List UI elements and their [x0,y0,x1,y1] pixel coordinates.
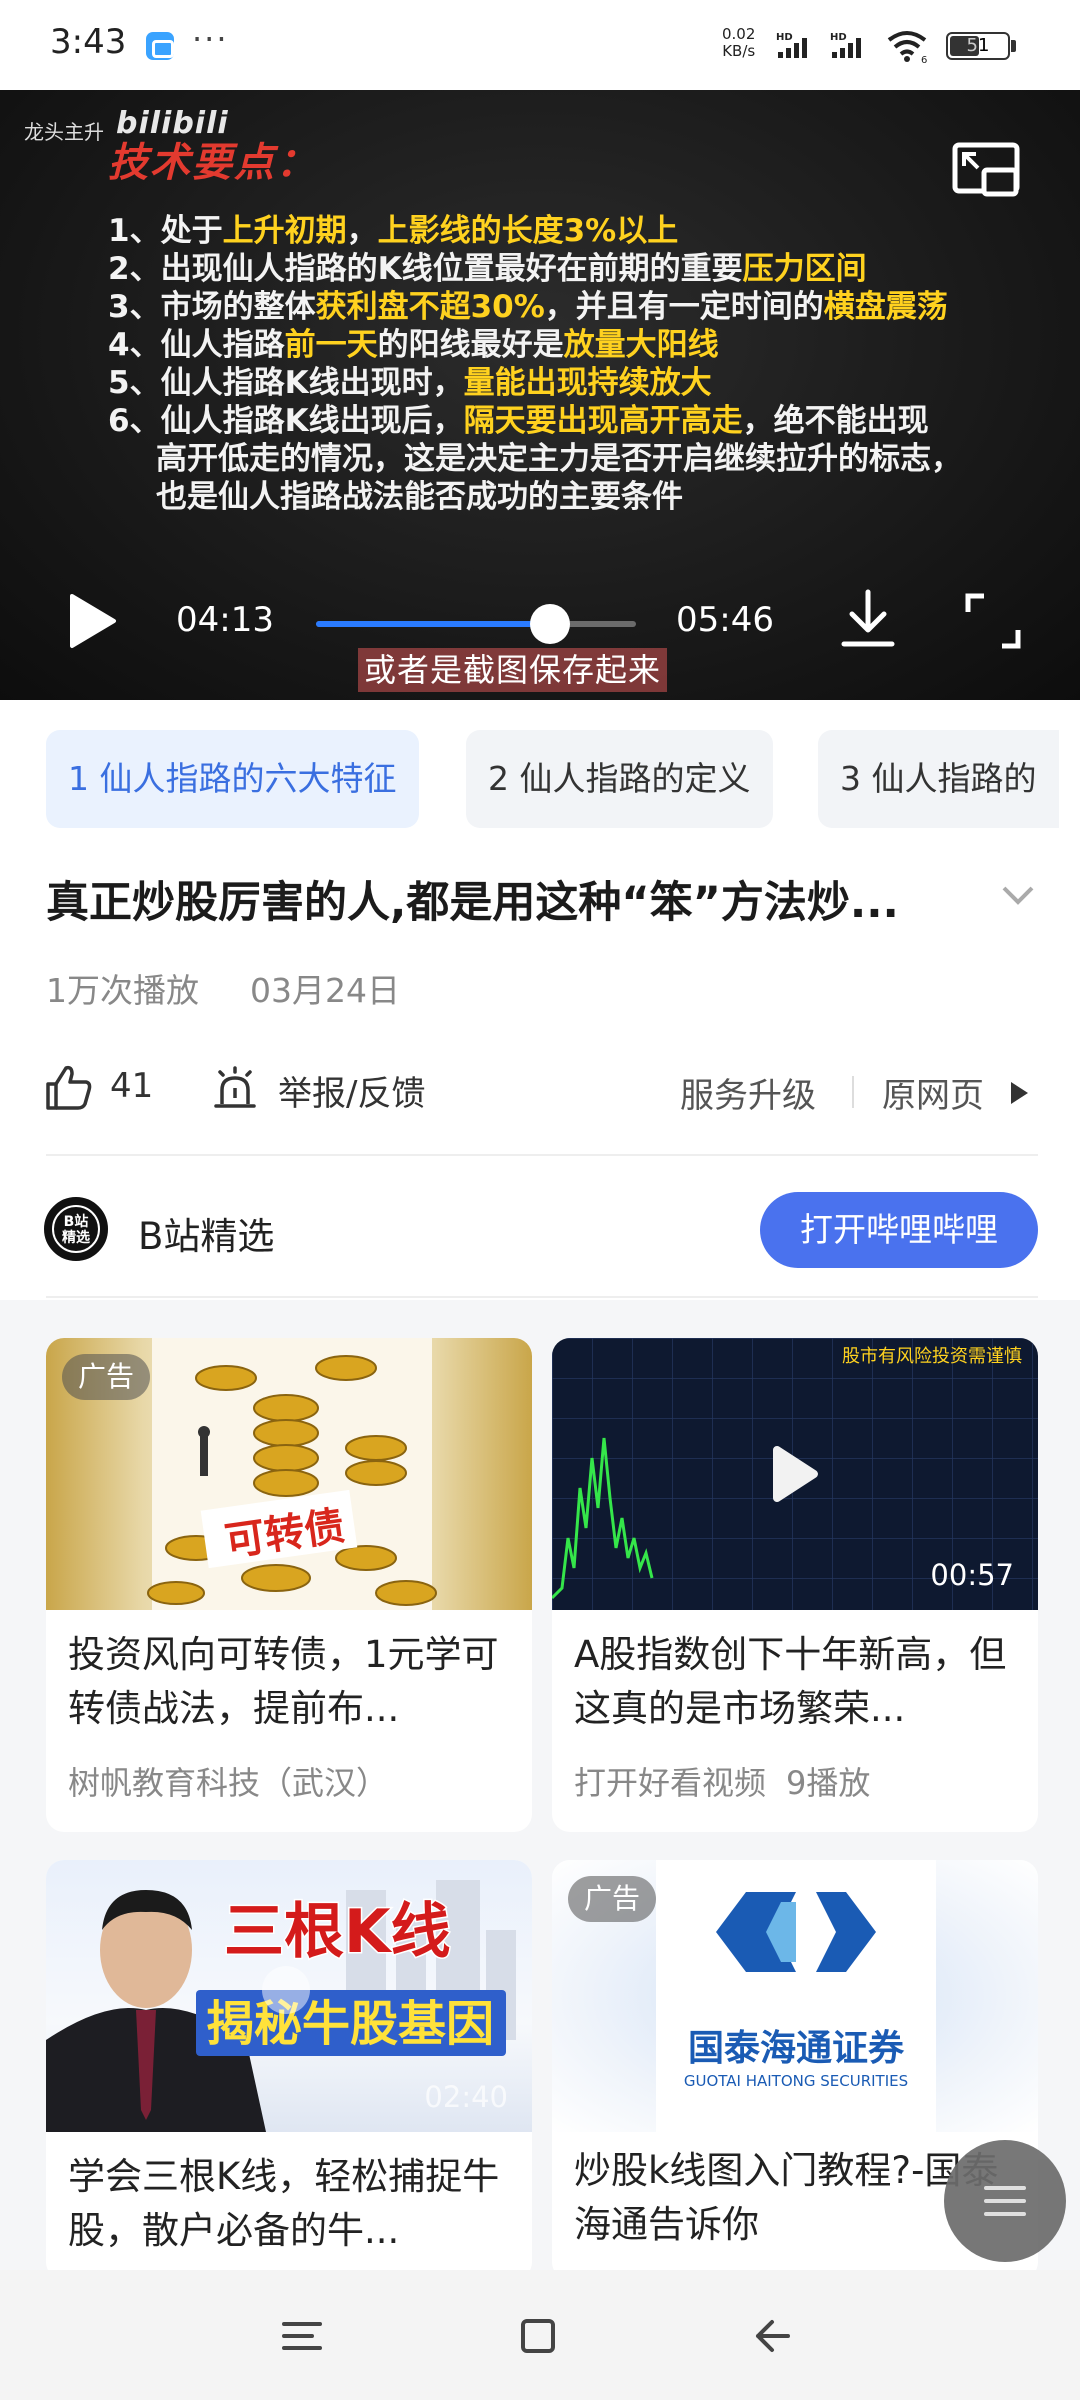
card-title: 学会三根K线，轻松捕捉牛股，散户必备的牛... [68,2155,500,2252]
ad-badge: 广告 [568,1876,657,1922]
card-play-count: 9播放 [786,1764,871,1802]
network-speed: 0.02 KB/s [722,26,755,60]
network-speed-value: 0.02 [722,25,756,43]
battery-level: 51 [966,35,990,56]
slide-line: 高开低走的情况，这是决定主力是否开启继续拉升的标志， [156,441,962,477]
floating-menu-button[interactable] [944,2140,1066,2262]
progress-fill [316,621,550,627]
like-count[interactable]: 41 [110,1066,153,1106]
divider [46,1296,1038,1298]
alarm-report-icon[interactable] [210,1064,260,1112]
play-icon[interactable] [62,592,120,650]
status-time: 3:43 [50,22,127,62]
signal-2-label: HD [830,32,847,43]
status-bar: 3:43 ··· 0.02 KB/s HD HD 6 51 [0,0,1080,90]
more-notifications-icon: ··· [192,20,229,58]
service-upgrade-link[interactable]: 服务升级 [680,1068,816,1117]
video-duration: 00:57 [930,1558,1014,1592]
menu-icon[interactable] [282,2318,322,2354]
wifi-sub-label: 6 [921,55,927,64]
slide-title: 技术要点： [108,140,318,186]
battery-cap [1011,40,1016,52]
progress-handle[interactable] [529,604,570,644]
feed-card[interactable]: 三根K线 揭秘牛股基因 02:40 学会三根K线，轻松捕捉牛股，散户必备的牛..… [46,1860,532,2280]
video-title: 真正炒股厉害的人,都是用这种“笨”方法炒... [46,878,899,928]
square-home-icon[interactable] [518,2318,558,2354]
slide-line: 也是仙人指路战法能否成功的主要条件 [156,479,683,515]
signal-2-icon: HD [830,32,861,58]
slide-line: 5、仙人指路K线出现时，量能出现持续放大 [108,365,712,401]
slide-line: 3、市场的整体获利盘不超30%，并且有一定时间的横盘震荡 [108,289,948,325]
chapter-chip-2[interactable]: 2 仙人指路的定义 [466,730,773,828]
slide-content: 1、处于上升初期，上影线的长度3%以上 2、出现仙人指路的K线位置最好在前期的重… [108,212,1008,516]
divider [46,1154,1038,1156]
channel-watermark: 龙头主升 [24,120,104,144]
video-player[interactable]: 龙头主升 bilibili 技术要点： 1、处于上升初期，上影线的长度3%以上 … [0,90,1080,700]
wifi-icon: 6 [887,31,927,64]
original-page-link[interactable]: 原网页 [882,1068,984,1117]
slide-line: 1、处于上升初期，上影线的长度3%以上 [108,213,679,249]
feed-card[interactable]: 股市有风险投资需谨慎 00:57 A股指数创下十年新高，但这真的是市场繁荣...… [552,1338,1038,1832]
thumbs-up-icon[interactable] [44,1064,94,1112]
slide-line: 2、出现仙人指路的K线位置最好在前期的重要压力区间 [108,251,867,287]
slide-line: 4、仙人指路前一天的阳线最好是放量大阳线 [108,327,719,363]
video-duration: 02:40 [424,2080,508,2114]
picture-in-picture-icon[interactable] [952,142,1020,200]
publish-date: 03月24日 [250,971,400,1010]
card-title: A股指数创下十年新高，但这真的是市场繁荣... [574,1633,1007,1730]
card-source[interactable]: 打开好看视频 [574,1758,766,1804]
channel-name[interactable]: B站精选 [138,1206,274,1260]
report-feedback-button[interactable]: 举报/反馈 [278,1066,425,1115]
chapter-list[interactable]: 1 仙人指路的六大特征 2 仙人指路的定义 3 仙人指路的 [0,700,1080,835]
current-time: 04:13 [176,600,274,640]
battery-icon: 51 [946,32,1010,60]
video-duration: 05:46 [676,600,774,640]
progress-bar[interactable] [316,604,636,644]
system-navigation-bar [0,2270,1080,2400]
chevron-down-icon[interactable] [998,880,1038,910]
brand-name-en: GUOTAI HAITONG SECURITIES [684,2072,908,2090]
network-speed-unit: KB/s [722,42,756,60]
card-title: 投资风向可转债，1元学可转债战法，提前布... [68,1633,499,1730]
fullscreen-icon[interactable] [964,592,1022,650]
thumbnail-disclaimer: 股市有风险投资需谨慎 [842,1346,1022,1367]
slide-line: 6、仙人指路K线出现后，隔天要出现高开高走，绝不能出现 [108,403,929,439]
feed-card[interactable]: 可转债 广告 投资风向可转债，1元学可转债战法，提前布... 树帆教育科技（武汉… [46,1338,532,1832]
card-source: 树帆教育科技（武汉） [68,1764,389,1802]
brand-name-cn: 国泰海通证券 [688,2028,905,2069]
ad-badge: 广告 [62,1354,151,1400]
signal-1-label: HD [776,32,793,43]
action-separator [852,1076,854,1108]
thumbnail-text-1: 三根K线 [224,1897,451,1967]
view-count: 1万次播放 [46,971,199,1010]
back-arrow-icon[interactable] [752,2318,792,2354]
download-icon[interactable] [838,588,898,650]
open-bilibili-button[interactable]: 打开哔哩哔哩 [760,1192,1038,1268]
avatar-logo: B站 精选 [52,1205,100,1253]
chapter-chip-3[interactable]: 3 仙人指路的 [818,730,1059,828]
video-subtitle: 或者是截图保存起来 [358,648,668,692]
thumbnail-text-2: 揭秘牛股基因 [206,1996,494,2052]
channel-avatar[interactable]: B站 精选 [44,1197,108,1261]
app-notification-icon [146,32,174,60]
chapter-chip-1[interactable]: 1 仙人指路的六大特征 [46,730,419,828]
signal-1-icon: HD [776,32,807,58]
play-arrow-icon[interactable] [1008,1080,1030,1106]
